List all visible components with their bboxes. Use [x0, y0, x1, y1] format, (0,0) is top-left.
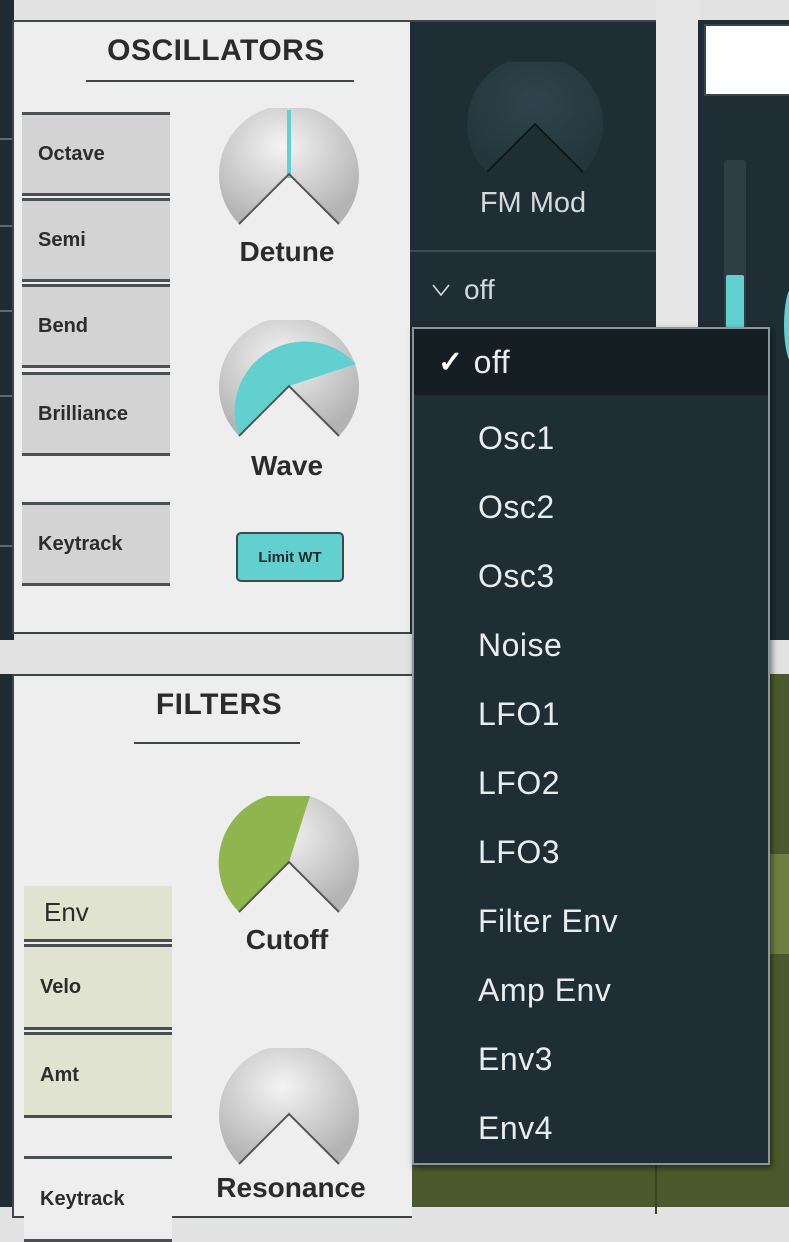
keytrack-button[interactable]: Keytrack: [22, 502, 170, 586]
cutoff-label: Cutoff: [245, 924, 329, 955]
cutoff-knob[interactable]: [214, 796, 364, 926]
filters-title: FILTERS: [155, 688, 283, 721]
dropdown-option-env4[interactable]: Env4: [414, 1095, 768, 1161]
amt-button[interactable]: Amt: [24, 1032, 172, 1118]
velo-button[interactable]: Velo: [24, 944, 172, 1030]
dropdown-option-label: off: [473, 343, 511, 380]
octave-button[interactable]: Octave: [22, 112, 170, 196]
detune-label: Detune: [239, 236, 335, 267]
checkmark-icon: ✓: [438, 345, 464, 379]
oscillators-panel: OSCILLATORS Octave Semi Bend Brilliance …: [12, 20, 412, 634]
title-underline: [134, 742, 300, 744]
detune-knob[interactable]: [214, 108, 364, 238]
chevron-down-icon: [432, 284, 450, 296]
right-header-box: [704, 24, 789, 96]
filter-keytrack-button[interactable]: Keytrack: [24, 1156, 172, 1242]
semi-button[interactable]: Semi: [22, 198, 170, 282]
wave-knob[interactable]: [214, 320, 364, 450]
bend-button[interactable]: Bend: [22, 284, 170, 368]
fm-mod-knob[interactable]: [465, 62, 605, 182]
filters-panel: FILTERS Env Velo Amt Keytrack Cutoff Res…: [12, 674, 412, 1242]
title-underline: [86, 80, 354, 82]
brilliance-button[interactable]: Brilliance: [22, 372, 170, 456]
fm-mod-label: FM Mod: [479, 187, 587, 219]
resonance-knob[interactable]: [214, 1048, 364, 1178]
wave-label: Wave: [250, 450, 324, 481]
dropdown-option-amp-env[interactable]: Amp Env: [414, 957, 768, 1023]
dropdown-option-lfo1[interactable]: LFO1: [414, 681, 768, 747]
resonance-label: Resonance: [216, 1172, 366, 1203]
dropdown-option-lfo2[interactable]: LFO2: [414, 750, 768, 816]
dropdown-option-noise[interactable]: Noise: [414, 612, 768, 678]
dropdown-option-lfo3[interactable]: LFO3: [414, 819, 768, 885]
env-label: Env: [24, 886, 172, 942]
dropdown-option-osc1[interactable]: Osc1: [414, 405, 768, 471]
fm-source-select[interactable]: off: [432, 274, 495, 306]
dropdown-option-osc3[interactable]: Osc3: [414, 543, 768, 609]
cyan-knob-edge[interactable]: [784, 285, 789, 365]
fm-source-value: off: [464, 274, 495, 305]
limit-wt-button[interactable]: Limit WT: [236, 532, 344, 582]
mod-source-dropdown: ✓ off Osc1 Osc2 Osc3 Noise LFO1 LFO2 LFO…: [412, 327, 770, 1165]
oscillators-title: OSCILLATORS: [107, 34, 325, 67]
dropdown-option-off[interactable]: ✓ off: [414, 329, 768, 395]
fm-divider: [410, 250, 656, 252]
dropdown-option-filter-env[interactable]: Filter Env: [414, 888, 768, 954]
dropdown-option-osc2[interactable]: Osc2: [414, 474, 768, 540]
dropdown-option-env3[interactable]: Env3: [414, 1026, 768, 1092]
